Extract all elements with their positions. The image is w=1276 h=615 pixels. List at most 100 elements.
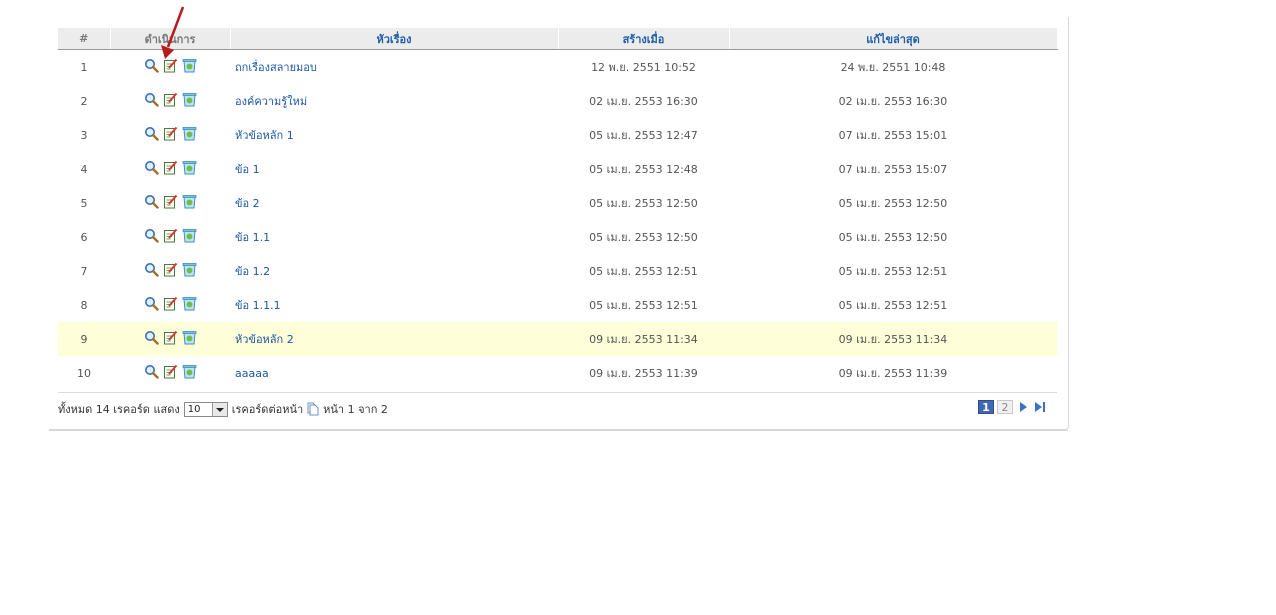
page-button-2[interactable]: 2 <box>997 400 1013 414</box>
delete-bin-icon[interactable] <box>182 58 197 73</box>
magnifier-icon[interactable] <box>144 364 159 379</box>
magnifier-icon[interactable] <box>144 228 159 243</box>
page-of-text: หน้า 1 จาก 2 <box>323 403 388 416</box>
row-updated: 24 พ.ย. 2551 10:48 <box>840 61 946 74</box>
annotation-arrow-icon <box>161 6 185 59</box>
table-row: 3 หัวข้อหลัก 1 05 เม.ย. 2553 12:47 07 เม.ย.… <box>58 118 1057 152</box>
total-records-text: ทั้งหมด 14 เรคอร์ด แสดง <box>58 403 180 416</box>
last-page-icon[interactable] <box>1033 400 1047 414</box>
row-created: 05 เม.ย. 2553 12:48 <box>589 163 698 176</box>
row-created: 05 เม.ย. 2553 12:51 <box>589 265 698 278</box>
delete-bin-icon[interactable] <box>182 262 197 277</box>
row-created: 09 เม.ย. 2553 11:34 <box>558 322 729 356</box>
per-page-text: เรคอร์ดต่อหน้า <box>231 403 304 416</box>
row-created: 02 เม.ย. 2553 16:30 <box>589 95 698 108</box>
delete-bin-icon[interactable] <box>182 92 197 107</box>
magnifier-icon[interactable] <box>144 126 159 141</box>
row-actions <box>110 254 230 288</box>
edit-icon[interactable] <box>163 160 178 175</box>
row-created: 05 เม.ย. 2553 12:51 <box>589 299 698 312</box>
row-created: 05 เม.ย. 2553 12:47 <box>589 129 698 142</box>
table-row: 1 ถกเรื่องสลายมอบ 12 พ.ย. 2551 10:52 24 พ.ย… <box>58 50 1057 85</box>
row-updated: 05 เม.ย. 2553 12:50 <box>838 197 948 210</box>
table-row: 10 aaaaa 09 เม.ย. 2553 11:39 09 เม.ย. 2553 … <box>58 356 1057 390</box>
footer-divider <box>58 392 1057 393</box>
row-updated: 05 เม.ย. 2553 12:50 <box>838 231 948 244</box>
edit-icon[interactable] <box>163 364 178 379</box>
row-actions <box>110 322 230 356</box>
table-header-row: # ดำเนินการ หัวเรื่อง สร้างเมื่อ แก้ไขล่… <box>58 28 1058 50</box>
table-row: 5 ข้อ 2 05 เม.ย. 2553 12:50 05 เม.ย. 2553 1… <box>58 186 1057 220</box>
row-created: 05 เม.ย. 2553 12:50 <box>589 197 698 210</box>
row-updated: 09 เม.ย. 2553 11:39 <box>838 367 948 380</box>
magnifier-icon[interactable] <box>144 296 159 311</box>
pagination: 1 2 <box>978 400 1047 414</box>
edit-icon[interactable] <box>163 194 178 209</box>
row-subject-link[interactable]: ข้อ 1.1 <box>230 220 558 254</box>
next-page-icon[interactable] <box>1016 400 1030 414</box>
page-size-value: 10 <box>187 403 201 415</box>
row-number: 5 <box>80 196 88 210</box>
edit-icon[interactable] <box>163 262 178 277</box>
col-header-number[interactable]: # <box>58 28 111 50</box>
row-subject-link[interactable]: ข้อ 1.2 <box>230 254 558 288</box>
col-header-subject[interactable]: หัวเรื่อง <box>230 28 559 50</box>
edit-icon[interactable] <box>163 92 178 107</box>
row-actions <box>110 288 230 322</box>
row-subject-link[interactable]: ถกเรื่องสลายมอบ <box>230 50 558 85</box>
row-number: 1 <box>80 60 88 74</box>
row-number: 2 <box>80 94 88 108</box>
row-subject-link[interactable]: aaaaa <box>230 356 558 390</box>
magnifier-icon[interactable] <box>144 160 159 175</box>
edit-icon[interactable] <box>163 126 178 141</box>
row-subject-link[interactable]: หัวข้อหลัก 1 <box>230 118 558 152</box>
delete-bin-icon[interactable] <box>182 160 197 175</box>
row-number: 7 <box>80 264 88 278</box>
table-row: 6 ข้อ 1.1 05 เม.ย. 2553 12:50 05 เม.ย. 2553… <box>58 220 1057 254</box>
panel-bottom-border <box>49 430 1068 431</box>
row-number: 3 <box>80 128 88 142</box>
magnifier-icon[interactable] <box>144 262 159 277</box>
edit-icon[interactable] <box>163 330 178 345</box>
row-actions <box>110 152 230 186</box>
delete-bin-icon[interactable] <box>182 126 197 141</box>
magnifier-icon[interactable] <box>144 58 159 73</box>
edit-icon[interactable] <box>163 296 178 311</box>
table-row: 7 ข้อ 1.2 05 เม.ย. 2553 12:51 05 เม.ย. 2553… <box>58 254 1057 288</box>
row-actions <box>110 220 230 254</box>
row-updated: 02 เม.ย. 2553 16:30 <box>838 95 948 108</box>
row-number: 9 <box>58 322 110 356</box>
page-icon <box>307 402 319 416</box>
row-subject-link[interactable]: ข้อ 1 <box>230 152 558 186</box>
edit-icon[interactable] <box>163 58 178 73</box>
page-size-select[interactable]: 10 <box>183 401 228 417</box>
row-subject-link[interactable]: ข้อ 2 <box>230 186 558 220</box>
row-created: 09 เม.ย. 2553 11:39 <box>589 367 698 380</box>
delete-bin-icon[interactable] <box>182 228 197 243</box>
row-subject-link[interactable]: ข้อ 1.1.1 <box>230 288 558 322</box>
magnifier-icon[interactable] <box>144 92 159 107</box>
chevron-down-icon[interactable] <box>211 402 227 416</box>
delete-bin-icon[interactable] <box>182 296 197 311</box>
row-actions <box>110 356 230 390</box>
table-row: 2 องค์ความรู้ใหม่ 02 เม.ย. 2553 16:30 02 เม… <box>58 84 1057 118</box>
delete-bin-icon[interactable] <box>182 330 197 345</box>
delete-bin-icon[interactable] <box>182 194 197 209</box>
table-row: 8 ข้อ 1.1.1 05 เม.ย. 2553 12:51 05 เม.ย. 25… <box>58 288 1057 322</box>
row-subject-link[interactable]: องค์ความรู้ใหม่ <box>230 84 558 118</box>
edit-icon[interactable] <box>163 228 178 243</box>
row-updated: 05 เม.ย. 2553 12:51 <box>838 265 948 278</box>
row-actions <box>110 118 230 152</box>
col-header-created[interactable]: สร้างเมื่อ <box>558 28 730 50</box>
col-header-updated[interactable]: แก้ไขล่าสุด <box>729 28 1058 50</box>
delete-bin-icon[interactable] <box>182 364 197 379</box>
row-created: 05 เม.ย. 2553 12:50 <box>589 231 698 244</box>
row-updated: 07 เม.ย. 2553 15:01 <box>838 129 948 142</box>
magnifier-icon[interactable] <box>144 330 159 345</box>
table-row: 4 ข้อ 1 05 เม.ย. 2553 12:48 07 เม.ย. 2553 1… <box>58 152 1057 186</box>
row-updated: 09 เม.ย. 2553 11:34 <box>729 322 1057 356</box>
row-subject-link[interactable]: หัวข้อหลัก 2 <box>230 322 558 356</box>
row-created: 12 พ.ย. 2551 10:52 <box>591 61 696 74</box>
magnifier-icon[interactable] <box>144 194 159 209</box>
page-button-1[interactable]: 1 <box>978 400 994 414</box>
